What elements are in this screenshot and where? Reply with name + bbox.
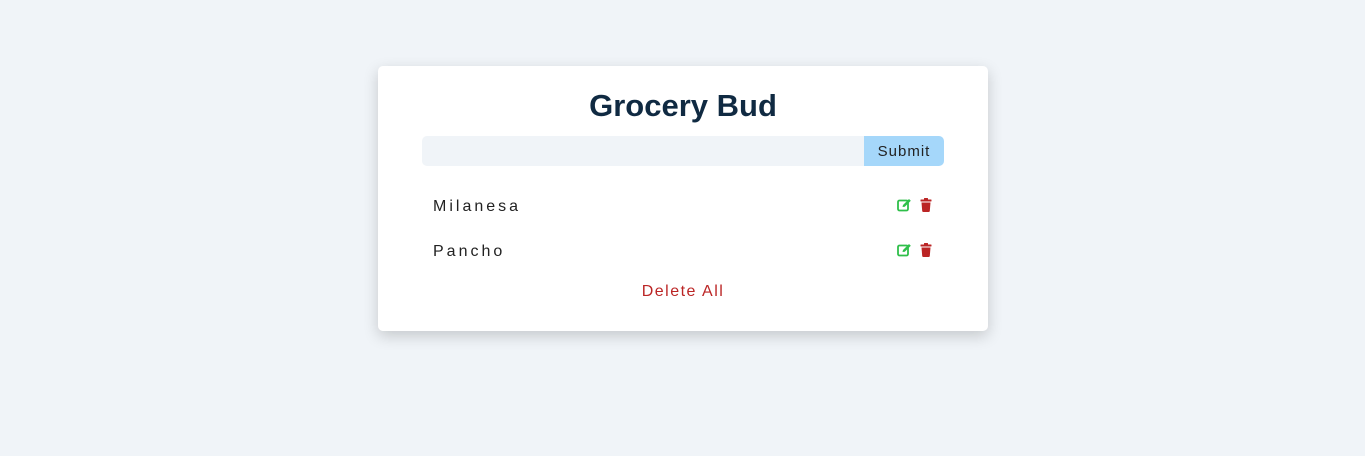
trash-icon[interactable] (918, 197, 934, 213)
grocery-card: Grocery Bud Submit Milanesa Pancho Delet… (378, 66, 988, 331)
list-item: Milanesa (422, 184, 944, 229)
item-actions (896, 242, 934, 258)
trash-icon[interactable] (918, 242, 934, 258)
grocery-list: Milanesa Pancho (422, 184, 944, 274)
item-actions (896, 197, 934, 213)
edit-icon[interactable] (896, 197, 912, 213)
page-title: Grocery Bud (589, 88, 777, 123)
item-name: Milanesa (433, 197, 522, 215)
grocery-form: Submit (422, 136, 944, 166)
delete-all-button[interactable]: Delete All (378, 281, 988, 303)
item-name: Pancho (433, 242, 506, 260)
edit-icon[interactable] (896, 242, 912, 258)
list-item: Pancho (422, 229, 944, 274)
grocery-input[interactable] (422, 136, 864, 166)
submit-button[interactable]: Submit (864, 136, 944, 166)
